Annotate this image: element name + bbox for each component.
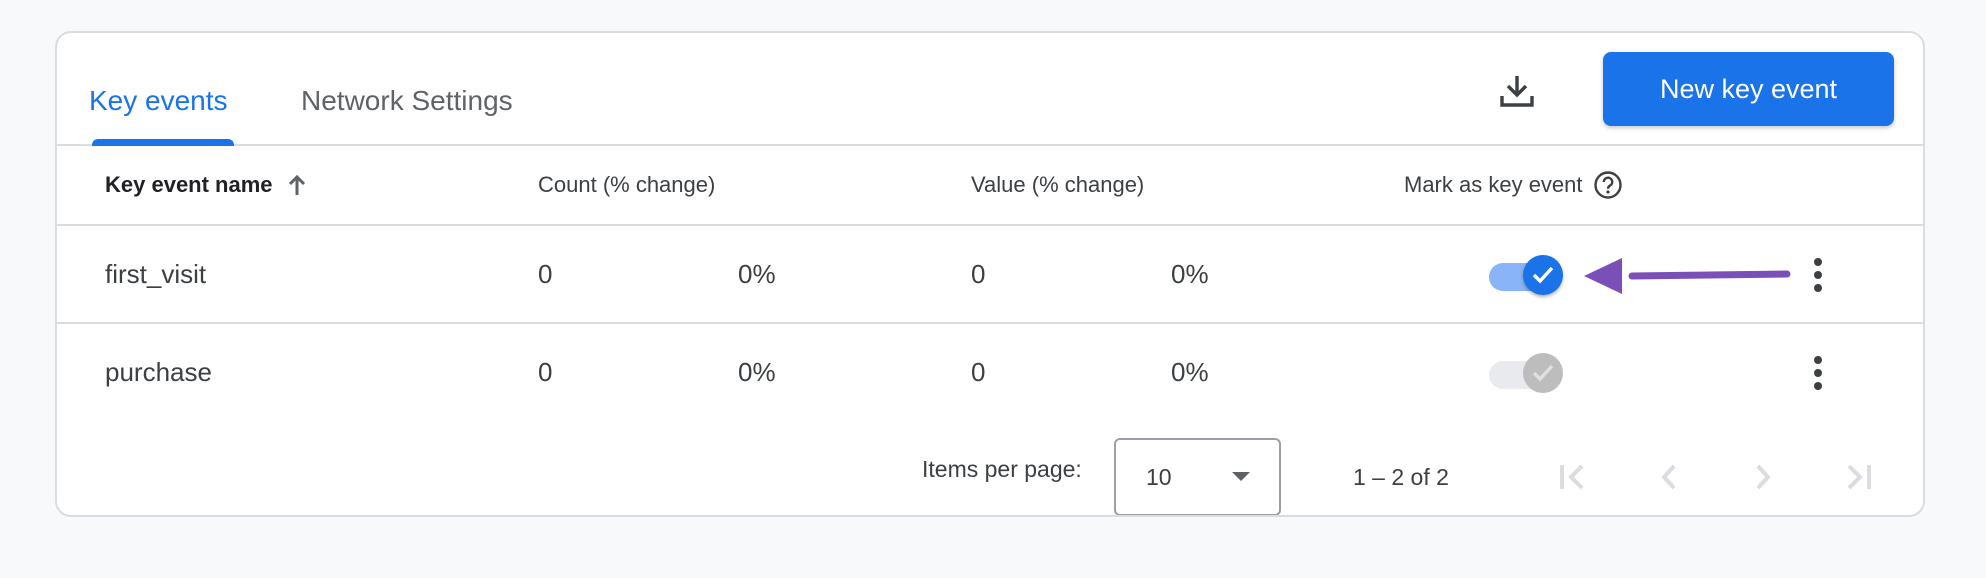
row-more-menu-button[interactable] <box>1806 254 1830 296</box>
row-more-menu-button[interactable] <box>1806 352 1830 394</box>
toggle-thumb <box>1523 353 1563 393</box>
download-icon <box>1500 76 1534 107</box>
column-label: Mark as key event <box>1404 172 1583 197</box>
page-range-label: 1 – 2 of 2 <box>1353 463 1449 490</box>
help-circle-icon[interactable] <box>1593 170 1623 200</box>
count-change: 0% <box>738 258 776 289</box>
more-vert-icon-dot <box>1814 369 1822 377</box>
key-events-card: Key events Network Settings New key even… <box>55 31 1925 517</box>
more-vert-icon-dot <box>1814 382 1822 390</box>
first-page-icon <box>1560 464 1584 490</box>
value-value: 0 <box>971 356 986 387</box>
table-row: purchase 0 0% 0 0% <box>57 324 1923 422</box>
column-header-key-event-name[interactable]: Key event name <box>105 146 307 224</box>
annotation-arrow-icon <box>1584 258 1791 294</box>
paginator: Items per page: 10 1 – 2 of 2 <box>57 422 1923 515</box>
table-row: first_visit 0 0% 0 0% <box>57 226 1923 324</box>
items-per-page-value: 10 <box>1146 463 1172 490</box>
arrow-upward-icon[interactable] <box>287 174 307 196</box>
chevron-right-icon <box>1756 464 1771 490</box>
new-key-event-button[interactable]: New key event <box>1603 52 1894 126</box>
column-label: Key event name <box>105 172 273 197</box>
tab-bar: Key events Network Settings New key even… <box>57 33 1923 146</box>
value-value: 0 <box>971 258 986 289</box>
toggle-thumb <box>1523 255 1563 295</box>
count-change: 0% <box>738 356 776 387</box>
first-page-button[interactable] <box>1548 452 1598 502</box>
column-header-count[interactable]: Count (% change) <box>538 146 715 224</box>
more-vert-icon-dot <box>1814 271 1822 279</box>
mark-as-key-event-toggle[interactable] <box>1489 353 1563 393</box>
items-per-page-label: Items per page: <box>922 456 1082 482</box>
key-event-name: purchase <box>105 356 212 387</box>
active-tab-indicator <box>92 139 234 146</box>
chevron-left-icon <box>1661 464 1676 490</box>
more-vert-icon-dot <box>1814 356 1822 364</box>
previous-page-button[interactable] <box>1644 452 1694 502</box>
next-page-button[interactable] <box>1738 452 1788 502</box>
table-header: Key event name Count (% change) Value (%… <box>57 146 1923 226</box>
mark-as-key-event-toggle[interactable] <box>1489 255 1563 295</box>
download-button[interactable] <box>1487 61 1547 121</box>
count-value: 0 <box>538 356 553 387</box>
value-change: 0% <box>1171 356 1209 387</box>
dropdown-caret-icon <box>1232 472 1250 481</box>
count-value: 0 <box>538 258 553 289</box>
check-icon <box>1532 266 1554 284</box>
key-event-name: first_visit <box>105 258 207 289</box>
more-vert-icon-dot <box>1814 258 1822 266</box>
check-icon <box>1532 364 1554 382</box>
tab-key-events[interactable]: Key events <box>89 83 228 119</box>
more-vert-icon-dot <box>1814 284 1822 292</box>
items-per-page-select[interactable]: 10 <box>1114 438 1281 515</box>
last-page-icon <box>1847 464 1871 490</box>
tab-network-settings[interactable]: Network Settings <box>301 83 513 119</box>
column-header-value[interactable]: Value (% change) <box>971 146 1144 224</box>
column-header-mark-as-key-event: Mark as key event <box>1404 146 1623 224</box>
last-page-button[interactable] <box>1833 452 1883 502</box>
value-change: 0% <box>1171 258 1209 289</box>
